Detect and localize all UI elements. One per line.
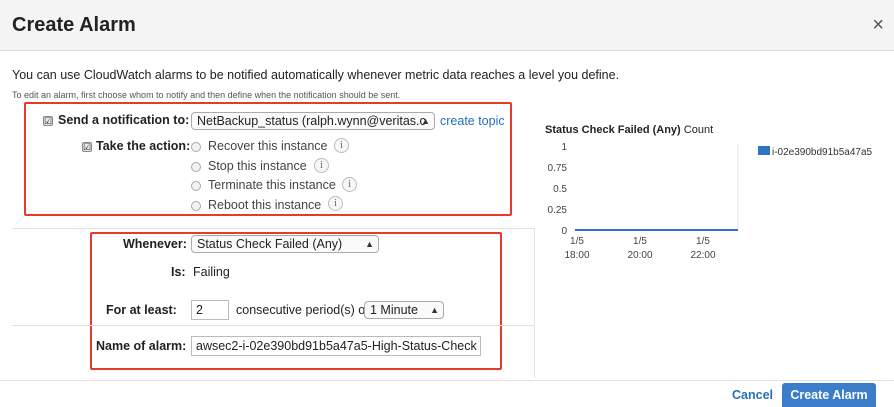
is-value: Failing [193, 265, 230, 279]
x-tick-time-label: 22:00 [690, 250, 715, 261]
send-notification-checkbox[interactable]: ☑ [43, 116, 53, 126]
section-divider [12, 325, 534, 326]
y-tick-label: 1 [561, 142, 567, 153]
intro-text: You can use CloudWatch alarms to be noti… [12, 68, 620, 82]
recover-instance-radio[interactable] [191, 142, 201, 152]
x-tick-time-label: 18:00 [564, 250, 589, 261]
x-tick-date-label: 1/5 [570, 236, 584, 247]
section-vertical-divider [534, 228, 535, 378]
stop-instance-radio[interactable] [191, 162, 201, 172]
periods-text: consecutive period(s) of [236, 303, 369, 317]
select-arrows-icon: ▲ [365, 239, 374, 249]
whenever-label: Whenever: [123, 237, 187, 251]
reboot-instance-radio[interactable] [191, 201, 201, 211]
hint-text: To edit an alarm, first choose whom to n… [12, 90, 401, 100]
close-icon[interactable]: × [872, 14, 884, 37]
take-action-checkbox[interactable]: ☑ [82, 142, 92, 152]
stop-instance-label: Stop this instance [208, 159, 307, 173]
chart-title: Status Check Failed (Any) Count [545, 124, 713, 136]
dialog-title: Create Alarm [12, 14, 136, 36]
y-tick-label: 0.25 [548, 205, 568, 216]
footer-divider [0, 380, 894, 381]
is-label: Is: [171, 265, 186, 279]
status-check-chart: 1 0.75 0.5 0.25 0 1/5 18:00 1/5 20:00 1/5 22:00 i… [548, 142, 873, 261]
reboot-instance-label: Reboot this instance [208, 198, 322, 212]
select-arrows-icon: ▲ [430, 305, 439, 315]
info-icon[interactable]: i [328, 196, 343, 211]
metric-select[interactable]: Status Check Failed (Any) ▲ [191, 235, 379, 253]
x-tick-date-label: 1/5 [633, 236, 647, 247]
cancel-button[interactable]: Cancel [732, 388, 773, 402]
metric-select-value: Status Check Failed (Any) [197, 237, 343, 251]
alarm-name-input[interactable]: awsec2-i-02e390bd91b5a47a5-High-Status-C… [191, 336, 481, 356]
dialog-header: Create Alarm × [0, 0, 894, 51]
period-select-value: 1 Minute [370, 303, 418, 317]
select-arrows-icon: ▲ [421, 116, 430, 126]
info-icon[interactable]: i [314, 158, 329, 173]
create-alarm-button[interactable]: Create Alarm [782, 383, 876, 407]
topic-select-value: NetBackup_status (ralph.wynn@veritas.c [197, 114, 426, 128]
create-topic-link[interactable]: create topic [440, 114, 505, 128]
legend-swatch [758, 146, 770, 155]
y-tick-label: 0.5 [553, 184, 567, 195]
terminate-instance-radio[interactable] [191, 181, 201, 191]
take-action-label: Take the action: [96, 139, 191, 153]
topic-select[interactable]: NetBackup_status (ralph.wynn@veritas.c ▲ [191, 112, 435, 130]
y-tick-label: 0.75 [548, 163, 568, 174]
x-tick-date-label: 1/5 [696, 236, 710, 247]
send-notification-label: Send a notification to: [58, 113, 190, 127]
name-of-alarm-label: Name of alarm: [96, 339, 187, 353]
info-icon[interactable]: i [334, 138, 349, 153]
legend-label: i-02e390bd91b5a47a5 [772, 147, 873, 158]
x-tick-time-label: 20:00 [627, 250, 652, 261]
terminate-instance-label: Terminate this instance [208, 178, 336, 192]
periods-input[interactable]: 2 [191, 300, 229, 320]
for-at-least-label: For at least: [106, 303, 177, 317]
info-icon[interactable]: i [342, 177, 357, 192]
period-select[interactable]: 1 Minute ▲ [364, 301, 444, 319]
recover-instance-label: Recover this instance [208, 139, 328, 153]
section-divider [12, 228, 534, 229]
chart-title-text: Status Check Failed (Any) [545, 124, 681, 136]
y-tick-label: 0 [561, 226, 567, 237]
chart-subtitle: Count [683, 124, 714, 136]
